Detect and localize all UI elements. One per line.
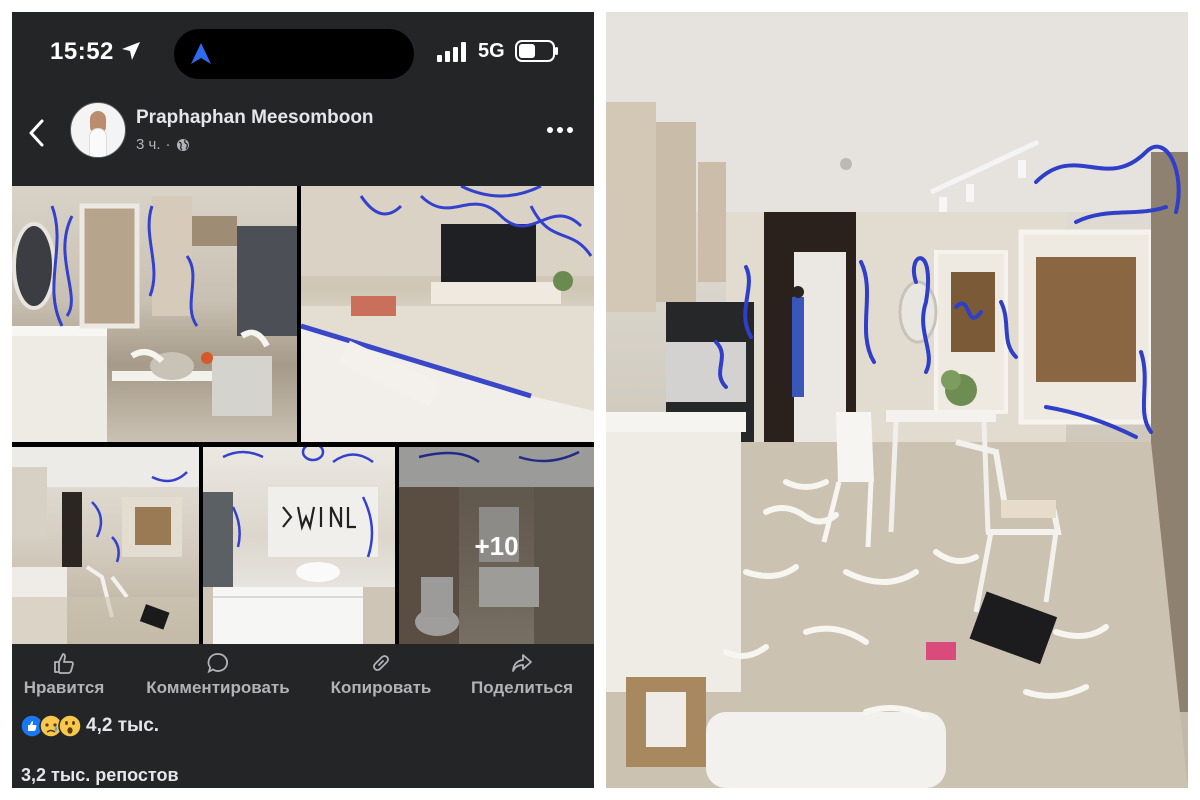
enlarged-photo[interactable] — [606, 12, 1188, 788]
location-arrow-icon — [122, 42, 140, 60]
battery-icon — [515, 40, 558, 62]
separator-dot: · — [165, 136, 171, 153]
more-photos-count: +10 — [474, 531, 519, 561]
avatar[interactable] — [70, 102, 126, 158]
status-time: 15:52 — [50, 38, 114, 65]
globe-icon — [176, 138, 189, 151]
reposts-count[interactable]: 3,2 тыс. репостов — [21, 765, 179, 786]
photo-2-scene — [301, 186, 594, 442]
copy-label: Копировать — [330, 678, 432, 697]
reactions-summary[interactable]: 4,2 тыс. — [20, 708, 159, 744]
thumbs-up-icon — [54, 653, 74, 674]
dynamic-island — [174, 29, 414, 79]
link-icon — [373, 655, 389, 671]
enlarged-photo-scene — [606, 12, 1188, 788]
wow-reaction-icon — [58, 714, 82, 738]
more-options-icon[interactable] — [546, 126, 574, 134]
post-time[interactable]: 3 ч. — [136, 136, 161, 153]
photo-4-scene — [203, 447, 395, 644]
status-bar: 15:52 5G — [12, 12, 594, 92]
like-button[interactable]: Нравится — [20, 652, 108, 698]
signal-icon — [437, 42, 466, 62]
speech-bubble-icon — [207, 653, 228, 674]
phone-screenshot: 15:52 5G Praphaphan Meesomboon 3 ч. · +1… — [12, 12, 594, 788]
photo-5-more[interactable]: +10 — [399, 447, 594, 644]
photo-3[interactable] — [12, 447, 199, 644]
photo-grid: +10 — [12, 186, 594, 644]
like-label: Нравится — [23, 678, 105, 697]
chevron-left-icon[interactable] — [26, 118, 48, 148]
share-label: Поделиться — [470, 678, 574, 697]
comment-label: Комментировать — [146, 678, 290, 697]
share-arrow-icon — [512, 654, 532, 672]
network-type: 5G — [478, 40, 505, 62]
copy-button[interactable]: Копировать — [326, 652, 436, 698]
share-button[interactable]: Поделиться — [466, 652, 578, 698]
post-meta: 3 ч. · — [136, 136, 190, 153]
comment-button[interactable]: Комментировать — [138, 652, 298, 698]
photo-4[interactable] — [203, 447, 395, 644]
post-actions: Нравится Комментировать Копировать Подел… — [12, 644, 594, 708]
photo-3-scene — [12, 447, 199, 644]
photo-1-scene — [12, 196, 297, 442]
navigation-icon — [191, 43, 211, 64]
author-name[interactable]: Praphaphan Meesomboon — [136, 107, 374, 129]
reactions-count: 4,2 тыс. — [86, 715, 160, 736]
photo-1[interactable] — [12, 186, 297, 442]
post-header: Praphaphan Meesomboon 3 ч. · — [12, 100, 594, 180]
photo-2[interactable] — [301, 186, 594, 442]
reaction-icons — [20, 714, 82, 738]
